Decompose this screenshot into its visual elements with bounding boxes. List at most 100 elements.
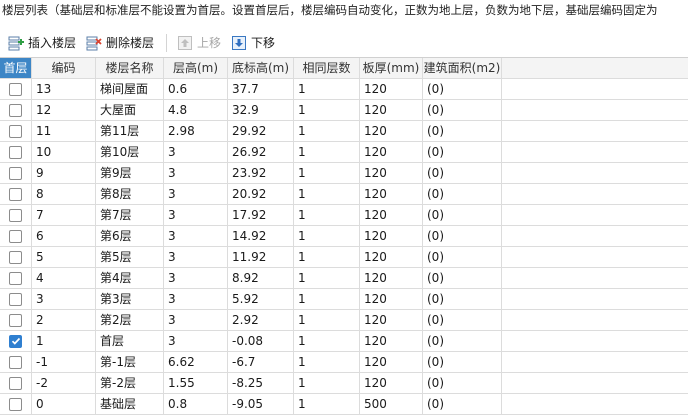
same-floor-count-cell[interactable]: 1 xyxy=(294,142,360,162)
col-header-code[interactable]: 编码 xyxy=(32,58,96,78)
building-area-cell[interactable]: (0) xyxy=(423,79,502,99)
table-row[interactable]: 10 第10层 3 26.92 1 120 (0) xyxy=(0,142,688,163)
same-floor-count-cell[interactable]: 1 xyxy=(294,310,360,330)
base-elevation-cell[interactable]: 11.92 xyxy=(228,247,294,267)
slab-thickness-cell[interactable]: 120 xyxy=(360,121,423,141)
base-elevation-cell[interactable]: 29.92 xyxy=(228,121,294,141)
building-area-cell[interactable]: (0) xyxy=(423,331,502,351)
base-elevation-cell[interactable]: 23.92 xyxy=(228,163,294,183)
floor-code-cell[interactable]: 2 xyxy=(32,310,96,330)
floor-name-cell[interactable]: 第2层 xyxy=(96,310,164,330)
slab-thickness-cell[interactable]: 500 xyxy=(360,394,423,414)
first-floor-checkbox[interactable] xyxy=(9,313,22,327)
floor-code-cell[interactable]: 9 xyxy=(32,163,96,183)
same-floor-count-cell[interactable]: 1 xyxy=(294,79,360,99)
floor-name-cell[interactable]: 第6层 xyxy=(96,226,164,246)
table-row[interactable]: -2 第-2层 1.55 -8.25 1 120 (0) xyxy=(0,373,688,394)
same-floor-count-cell[interactable]: 1 xyxy=(294,352,360,372)
building-area-cell[interactable]: (0) xyxy=(423,310,502,330)
floor-height-cell[interactable]: 3 xyxy=(164,142,228,162)
same-floor-count-cell[interactable]: 1 xyxy=(294,331,360,351)
floor-height-cell[interactable]: 0.6 xyxy=(164,79,228,99)
building-area-cell[interactable]: (0) xyxy=(423,268,502,288)
slab-thickness-cell[interactable]: 120 xyxy=(360,79,423,99)
base-elevation-cell[interactable]: 17.92 xyxy=(228,205,294,225)
slab-thickness-cell[interactable]: 120 xyxy=(360,268,423,288)
building-area-cell[interactable]: (0) xyxy=(423,205,502,225)
base-elevation-cell[interactable]: 20.92 xyxy=(228,184,294,204)
floor-name-cell[interactable]: 第-2层 xyxy=(96,373,164,393)
base-elevation-cell[interactable]: 26.92 xyxy=(228,142,294,162)
first-floor-checkbox[interactable] xyxy=(9,292,22,306)
same-floor-count-cell[interactable]: 1 xyxy=(294,100,360,120)
floor-code-cell[interactable]: 1 xyxy=(32,331,96,351)
base-elevation-cell[interactable]: -6.7 xyxy=(228,352,294,372)
table-row[interactable]: 0 基础层 0.8 -9.05 1 500 (0) xyxy=(0,394,688,415)
table-row[interactable]: 6 第6层 3 14.92 1 120 (0) xyxy=(0,226,688,247)
move-up-button[interactable]: 上移 xyxy=(173,32,225,54)
building-area-cell[interactable]: (0) xyxy=(423,142,502,162)
floor-name-cell[interactable]: 梯间屋面 xyxy=(96,79,164,99)
first-floor-checkbox[interactable] xyxy=(9,355,22,369)
floor-name-cell[interactable]: 第8层 xyxy=(96,184,164,204)
floor-height-cell[interactable]: 2.98 xyxy=(164,121,228,141)
floor-height-cell[interactable]: 3 xyxy=(164,247,228,267)
building-area-cell[interactable]: (0) xyxy=(423,373,502,393)
first-floor-checkbox[interactable] xyxy=(9,229,22,243)
base-elevation-cell[interactable]: 37.7 xyxy=(228,79,294,99)
col-header-slab-thickness[interactable]: 板厚(mm) xyxy=(360,58,423,78)
floor-code-cell[interactable]: -1 xyxy=(32,352,96,372)
slab-thickness-cell[interactable]: 120 xyxy=(360,184,423,204)
floor-height-cell[interactable]: 4.8 xyxy=(164,100,228,120)
building-area-cell[interactable]: (0) xyxy=(423,289,502,309)
same-floor-count-cell[interactable]: 1 xyxy=(294,163,360,183)
table-row[interactable]: 11 第11层 2.98 29.92 1 120 (0) xyxy=(0,121,688,142)
floor-code-cell[interactable]: 10 xyxy=(32,142,96,162)
floor-name-cell[interactable]: 基础层 xyxy=(96,394,164,414)
table-row[interactable]: 4 第4层 3 8.92 1 120 (0) xyxy=(0,268,688,289)
first-floor-checkbox[interactable] xyxy=(9,376,22,390)
floor-name-cell[interactable]: 第11层 xyxy=(96,121,164,141)
slab-thickness-cell[interactable]: 120 xyxy=(360,205,423,225)
table-row[interactable]: 2 第2层 3 2.92 1 120 (0) xyxy=(0,310,688,331)
floor-name-cell[interactable]: 第9层 xyxy=(96,163,164,183)
move-down-button[interactable]: 下移 xyxy=(227,32,279,54)
base-elevation-cell[interactable]: 5.92 xyxy=(228,289,294,309)
floor-height-cell[interactable]: 6.62 xyxy=(164,352,228,372)
floor-code-cell[interactable]: 0 xyxy=(32,394,96,414)
building-area-cell[interactable]: (0) xyxy=(423,121,502,141)
table-row[interactable]: 13 梯间屋面 0.6 37.7 1 120 (0) xyxy=(0,79,688,100)
same-floor-count-cell[interactable]: 1 xyxy=(294,289,360,309)
col-header-same-floor-count[interactable]: 相同层数 xyxy=(294,58,360,78)
floor-name-cell[interactable]: 大屋面 xyxy=(96,100,164,120)
floor-name-cell[interactable]: 第-1层 xyxy=(96,352,164,372)
same-floor-count-cell[interactable]: 1 xyxy=(294,373,360,393)
col-header-floor-name[interactable]: 楼层名称 xyxy=(96,58,164,78)
slab-thickness-cell[interactable]: 120 xyxy=(360,247,423,267)
floor-height-cell[interactable]: 3 xyxy=(164,163,228,183)
table-row[interactable]: 3 第3层 3 5.92 1 120 (0) xyxy=(0,289,688,310)
floor-height-cell[interactable]: 3 xyxy=(164,205,228,225)
first-floor-checkbox[interactable] xyxy=(9,271,22,285)
first-floor-checkbox[interactable] xyxy=(9,124,22,138)
delete-floor-button[interactable]: 删除楼层 xyxy=(82,32,158,54)
base-elevation-cell[interactable]: 32.9 xyxy=(228,100,294,120)
floor-height-cell[interactable]: 1.55 xyxy=(164,373,228,393)
base-elevation-cell[interactable]: -8.25 xyxy=(228,373,294,393)
floor-code-cell[interactable]: 11 xyxy=(32,121,96,141)
slab-thickness-cell[interactable]: 120 xyxy=(360,352,423,372)
table-row[interactable]: 9 第9层 3 23.92 1 120 (0) xyxy=(0,163,688,184)
first-floor-checkbox[interactable] xyxy=(9,145,22,159)
floor-code-cell[interactable]: 4 xyxy=(32,268,96,288)
first-floor-checkbox[interactable] xyxy=(9,208,22,222)
table-row[interactable]: -1 第-1层 6.62 -6.7 1 120 (0) xyxy=(0,352,688,373)
first-floor-checkbox[interactable] xyxy=(9,397,22,411)
building-area-cell[interactable]: (0) xyxy=(423,352,502,372)
base-elevation-cell[interactable]: 8.92 xyxy=(228,268,294,288)
table-row[interactable]: 1 首层 3 -0.08 1 120 (0) xyxy=(0,331,688,352)
col-header-floor-height[interactable]: 层高(m) xyxy=(164,58,228,78)
table-row[interactable]: 5 第5层 3 11.92 1 120 (0) xyxy=(0,247,688,268)
first-floor-checkbox[interactable] xyxy=(9,103,22,117)
col-header-base-elevation[interactable]: 底标高(m) xyxy=(228,58,294,78)
same-floor-count-cell[interactable]: 1 xyxy=(294,205,360,225)
